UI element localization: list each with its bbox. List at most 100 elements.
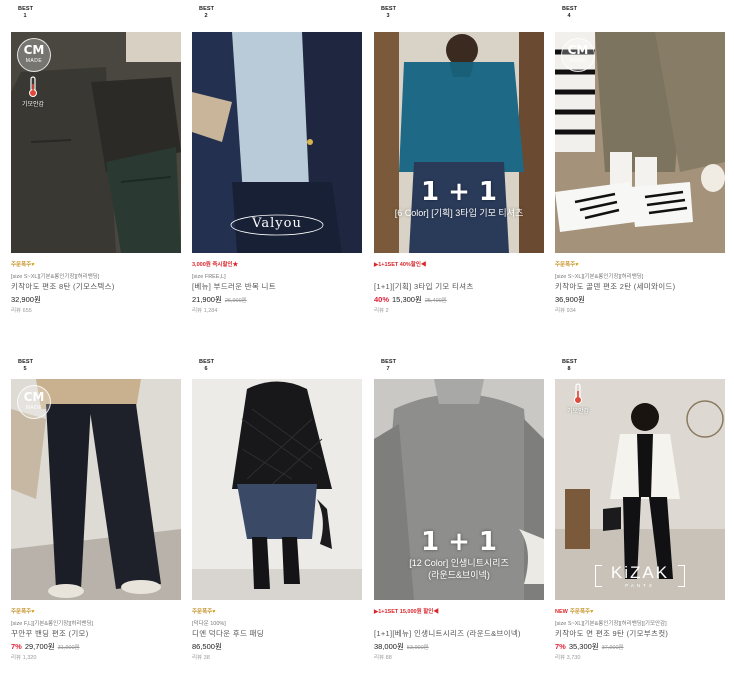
heart-icon: ♥	[31, 609, 35, 615]
best-rank-badge: BEST 4	[562, 6, 578, 19]
product-image[interactable]: Valyou	[192, 32, 362, 253]
promo-tag: ▶1+1SET 15,000원 할인◀	[374, 609, 439, 615]
price: 38,000원	[374, 642, 404, 651]
product-name[interactable]: 키작아도 골덴 편조 2탄 (세미와이드)	[555, 281, 725, 293]
product-image[interactable]	[192, 379, 362, 600]
product-info: ▶1+1SET 40%할인◀ [1+1][기획] 3타입 기모 티셔츠 40% 1…	[374, 261, 544, 316]
product-name[interactable]: 꾸안꾸 밴딩 편조 (기모)	[11, 628, 181, 640]
product-card-4[interactable]: BEST 4 CM MADE 주문폭주♥ [size S~XL][기본&롱인기장][…	[555, 6, 725, 326]
product-card-5[interactable]: BEST 5 CM MADE 주문폭주♥ [size F,L][기본&롱인기장][허…	[11, 359, 181, 679]
best-rank-badge: BEST 1	[18, 6, 34, 19]
best-rank-badge: BEST 7	[381, 359, 397, 372]
product-info: 주문폭주♥ [size S~XL][기본&롱인기장][허리밴딩] 키작아도 골덴…	[555, 261, 725, 316]
promo-tag: 3,000원 즉시할인★	[192, 262, 239, 268]
made-logo: CM MADE	[17, 385, 51, 419]
product-info: NEW 주문폭주♥ [size S~XL][기본&롱인기장][허리밴딩][기모안감…	[555, 608, 725, 663]
product-card-3[interactable]: BEST 3 1 + 1 [6 Color] [기획] 3타입 기모 티셔츠 ▶1…	[374, 6, 544, 326]
review-count: 리뷰 1,284	[192, 308, 218, 314]
product-card-7[interactable]: BEST 7 1 + 1 [12 Color] 인생니트시리즈 (라운드&브이넥)…	[374, 359, 544, 679]
new-label: NEW	[555, 609, 568, 615]
review-count: 리뷰 2	[374, 308, 389, 314]
heart-icon: ♥	[212, 609, 216, 615]
review-count: 리뷰 934	[555, 308, 576, 314]
price-row: 32,900원	[11, 293, 181, 306]
price: 35,300원	[568, 642, 599, 651]
best-rank-badge: BEST 5	[18, 359, 34, 372]
promo-tag: 주문폭주♥	[11, 262, 35, 268]
product-name[interactable]: 키작아도 편조 8탄 (기모스텍스)	[11, 281, 181, 293]
product-info: 주문폭주♥ [size F,L][기본&롱인기장][허리밴딩] 꾸안꾸 밴딩 편…	[11, 608, 181, 663]
best-rank-badge: BEST 6	[199, 359, 215, 372]
product-name[interactable]: [1+1][베뉴] 인생니트시리즈 (라운드&브이넥)	[374, 628, 544, 640]
size-info: [덕다운 100%]	[192, 621, 226, 627]
size-info: [size S~XL][기본&롱인기장][허리밴딩]	[555, 274, 644, 280]
product-info: ▶1+1SET 15,000원 할인◀ [1+1][베뉴] 인생니트시리즈 (라…	[374, 608, 544, 663]
original-price: 25,400원	[424, 298, 447, 304]
promo-tag: 주문폭주♥	[555, 262, 579, 268]
product-card-6[interactable]: BEST 6 주문폭주♥ [덕다운 100%] 디엔 덕다운 후드 패딩 86,5…	[192, 359, 362, 679]
product-image[interactable]: CM MADE	[11, 379, 181, 600]
price: 86,500원	[192, 642, 222, 651]
review-count: 리뷰 1,320	[11, 655, 37, 661]
thermometer-icon: 기모안감	[16, 76, 50, 108]
made-logo: CM MADE	[561, 38, 595, 72]
kizak-logo: KiZAK PANTS	[595, 563, 685, 591]
original-price: 26,900원	[224, 298, 247, 304]
thermometer-icon: 기모안감	[561, 383, 595, 415]
size-info: [size S~XL][기본&롱인기장][허리밴딩]	[11, 274, 100, 280]
size-info	[374, 273, 544, 281]
product-image[interactable]: 1 + 1 [6 Color] [기획] 3타입 기모 티셔츠	[374, 32, 544, 253]
product-photo	[192, 379, 362, 600]
heart-icon: ♥	[590, 609, 594, 615]
review-count: 리뷰 88	[374, 655, 392, 661]
product-image[interactable]: CM MADE	[555, 32, 725, 253]
discount-rate: 40%	[374, 295, 390, 304]
price-row: 7% 35,300원 37,900원	[555, 640, 725, 653]
price: 15,300원	[392, 295, 422, 304]
best-rank-badge: BEST 3	[381, 6, 397, 19]
price-row: 38,000원 53,000원	[374, 640, 544, 653]
product-name[interactable]: [1+1][기획] 3타입 기모 티셔츠	[374, 281, 544, 293]
product-info: 주문폭주♥ [덕다운 100%] 디엔 덕다운 후드 패딩 86,500원 리뷰…	[192, 608, 362, 663]
product-card-1[interactable]: BEST 1 CM MADE 기모안감 주문폭주♥ [size S~XL][기본&롱…	[11, 6, 181, 326]
product-info: 3,000원 즉시할인★ [size FREE,L] [베뉴] 부드러운 반목 …	[192, 261, 362, 316]
price: 21,900원	[192, 295, 222, 304]
size-info: [size F,L][기본&롱인기장][허리밴딩]	[11, 621, 94, 627]
price-row: 40% 15,300원 25,400원	[374, 293, 544, 306]
original-price: 37,900원	[601, 645, 624, 651]
product-photo	[374, 32, 544, 253]
product-info: 주문폭주♥ [size S~XL][기본&롱인기장][허리밴딩] 키작아도 편조…	[11, 261, 181, 316]
discount-rate: 7%	[555, 642, 566, 651]
product-name[interactable]: 디엔 덕다운 후드 패딩	[192, 628, 362, 640]
price-row: 21,900원 26,900원	[192, 293, 362, 306]
price-row: 7% 29,700원 31,900원	[11, 640, 181, 653]
promo-overlay: 1 + 1 [6 Color] [기획] 3타입 기모 티셔츠	[394, 177, 524, 218]
promo-tag: NEW 주문폭주♥	[555, 609, 594, 615]
product-image[interactable]: CM MADE 기모안감	[11, 32, 181, 253]
made-logo: CM MADE	[17, 38, 51, 72]
review-count: 리뷰 3,730	[555, 655, 581, 661]
price-row: 36,900원	[555, 293, 725, 306]
price: 29,700원	[24, 642, 55, 651]
product-name[interactable]: [베뉴] 부드러운 반목 니트	[192, 281, 362, 293]
review-count: 리뷰 38	[192, 655, 210, 661]
best-rank-badge: BEST 2	[199, 6, 215, 19]
price: 36,900원	[555, 295, 585, 304]
promo-overlay: 1 + 1 [12 Color] 인생니트시리즈 (라운드&브이넥)	[409, 527, 509, 580]
product-card-2[interactable]: BEST 2 Valyou 3,000원 즉시할인★ [size FREE,L] …	[192, 6, 362, 326]
promo-tag: 주문폭주♥	[11, 609, 35, 615]
size-info: [size S~XL][기본&롱인기장][허리밴딩][기모안감]	[555, 621, 667, 627]
promo-tag: ▶1+1SET 40%할인◀	[374, 262, 427, 268]
heart-icon: ♥	[31, 262, 35, 268]
product-name[interactable]: 키작아도 면 편조 9탄 (기모부츠컷)	[555, 628, 725, 640]
original-price: 53,000원	[406, 645, 429, 651]
product-card-8[interactable]: BEST 8 기모안감 KiZAK PANTS NEW 주문폭주♥ [size S~…	[555, 359, 725, 679]
heart-icon: ♥	[575, 262, 579, 268]
size-info	[374, 620, 544, 628]
price: 32,900원	[11, 295, 41, 304]
original-price: 31,900원	[57, 645, 80, 651]
product-image[interactable]: 기모안감 KiZAK PANTS	[555, 379, 725, 600]
best-rank-badge: BEST 8	[562, 359, 578, 372]
product-image[interactable]: 1 + 1 [12 Color] 인생니트시리즈 (라운드&브이넥)	[374, 379, 544, 600]
price-row: 86,500원	[192, 640, 362, 653]
